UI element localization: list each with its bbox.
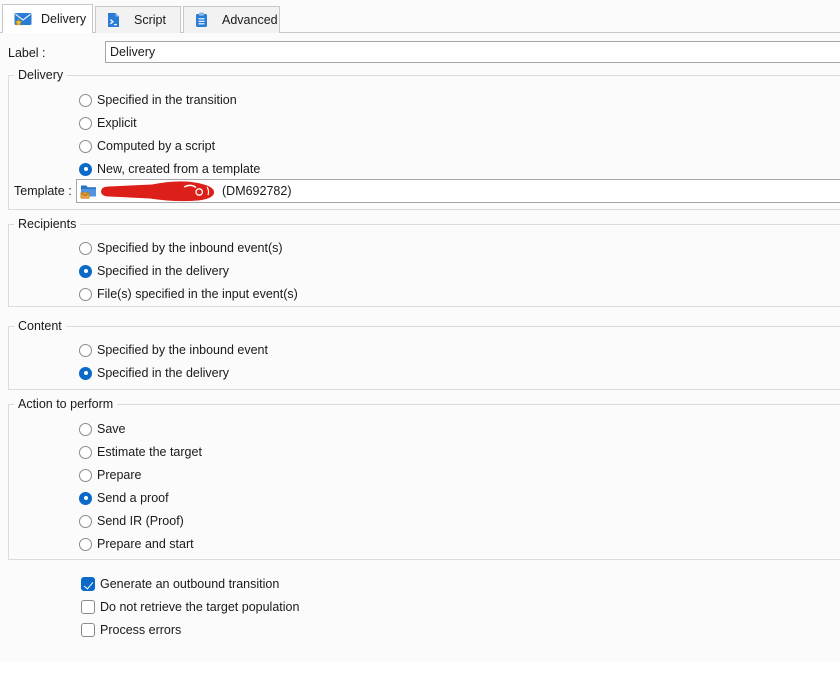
radio-specified-by-inbound-events[interactable]: Specified by the inbound event(s) <box>79 238 283 258</box>
mail-star-icon <box>14 11 32 27</box>
radio-label: Send IR (Proof) <box>97 514 184 528</box>
group-recipients-title: Recipients <box>14 217 81 231</box>
radio-icon <box>79 514 92 528</box>
radio-label: New, created from a template <box>97 162 261 176</box>
radio-label: File(s) specified in the input event(s) <box>97 287 298 301</box>
group-content-title: Content <box>14 319 66 333</box>
radio-label: Specified by the inbound event <box>97 343 268 357</box>
radio-label: Save <box>97 422 126 436</box>
radio-specified-in-transition[interactable]: Specified in the transition <box>79 90 237 110</box>
radio-label: Computed by a script <box>97 139 216 153</box>
checkbox-label: Do not retrieve the target population <box>100 600 300 614</box>
checkbox-icon <box>81 577 95 591</box>
redaction-scribble <box>98 178 218 204</box>
radio-icon <box>79 491 92 505</box>
template-folder-icon <box>80 183 97 199</box>
radio-send-a-proof[interactable]: Send a proof <box>79 488 169 508</box>
label-input[interactable] <box>105 41 840 63</box>
checkbox-label: Generate an outbound transition <box>100 577 280 591</box>
template-field[interactable]: (DM692782) <box>76 179 840 203</box>
radio-label: Prepare and start <box>97 537 194 551</box>
radio-icon <box>79 116 92 130</box>
group-action-title: Action to perform <box>14 397 118 411</box>
radio-icon <box>79 162 92 176</box>
tab-script[interactable]: Script <box>95 6 181 33</box>
radio-explicit[interactable]: Explicit <box>79 113 137 133</box>
radio-prepare-and-start[interactable]: Prepare and start <box>79 534 194 554</box>
radio-new-from-template[interactable]: New, created from a template <box>79 159 260 179</box>
radio-estimate-the-target[interactable]: Estimate the target <box>79 442 202 462</box>
label-field-label: Label : <box>8 46 46 60</box>
radio-icon <box>79 468 92 482</box>
tab-label: Delivery <box>41 12 87 26</box>
radio-icon <box>79 422 92 436</box>
radio-files-specified-in-input-events[interactable]: File(s) specified in the input event(s) <box>79 284 298 304</box>
checkbox-process-errors[interactable]: Process errors <box>81 620 181 640</box>
radio-label: Explicit <box>97 116 137 130</box>
radio-prepare[interactable]: Prepare <box>79 465 141 485</box>
bottom-strip <box>0 662 840 694</box>
radio-label: Estimate the target <box>97 445 202 459</box>
radio-icon <box>79 93 92 107</box>
radio-save[interactable]: Save <box>79 419 126 439</box>
tab-bar: Delivery Script Advanced <box>0 0 840 33</box>
radio-label: Specified in the transition <box>97 93 237 107</box>
group-delivery-title: Delivery <box>14 68 68 82</box>
script-icon <box>107 12 125 28</box>
radio-computed-by-script[interactable]: Computed by a script <box>79 136 215 156</box>
radio-icon <box>79 445 92 459</box>
checkbox-generate-outbound-transition[interactable]: Generate an outbound transition <box>81 574 279 594</box>
radio-icon <box>79 241 92 255</box>
radio-send-ir-proof[interactable]: Send IR (Proof) <box>79 511 184 531</box>
tab-delivery[interactable]: Delivery <box>2 4 93 33</box>
checkbox-icon <box>81 600 95 614</box>
radio-label: Specified by the inbound event(s) <box>97 241 283 255</box>
radio-label: Send a proof <box>97 491 169 505</box>
checkbox-do-not-retrieve-target-population[interactable]: Do not retrieve the target population <box>81 597 299 617</box>
radio-icon <box>79 287 92 301</box>
radio-recipients-specified-in-delivery[interactable]: Specified in the delivery <box>79 261 229 281</box>
tab-label: Script <box>134 13 166 27</box>
radio-icon <box>79 343 92 357</box>
clipboard-icon <box>195 12 213 28</box>
radio-icon <box>79 537 92 551</box>
checkbox-label: Process errors <box>100 623 182 637</box>
tab-label: Advanced <box>222 13 278 27</box>
radio-icon <box>79 264 92 278</box>
radio-label: Specified in the delivery <box>97 366 230 380</box>
radio-icon <box>79 139 92 153</box>
template-field-label: Template : <box>14 184 72 198</box>
tab-advanced[interactable]: Advanced <box>183 6 280 33</box>
checkbox-icon <box>81 623 95 637</box>
radio-label: Specified in the delivery <box>97 264 230 278</box>
template-id-text: (DM692782) <box>222 184 292 198</box>
radio-content-specified-in-delivery[interactable]: Specified in the delivery <box>79 363 229 383</box>
radio-label: Prepare <box>97 468 142 482</box>
delivery-properties-panel: Delivery Script Advanced Label: Deliver… <box>0 0 840 662</box>
radio-content-specified-by-inbound-event[interactable]: Specified by the inbound event <box>79 340 268 360</box>
radio-icon <box>79 366 92 380</box>
